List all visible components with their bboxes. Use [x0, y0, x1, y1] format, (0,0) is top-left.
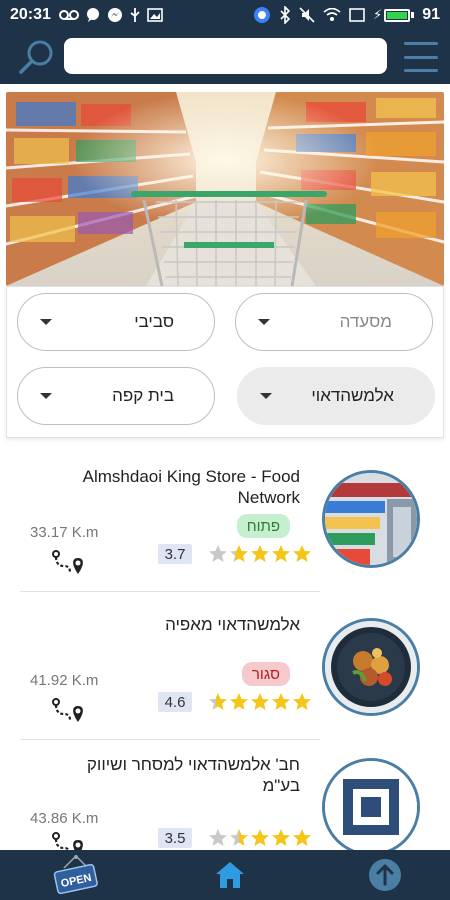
category-label: מסעדה: [339, 312, 392, 331]
business-type-label: בית קפה: [112, 386, 174, 405]
store-avatar: [322, 758, 420, 850]
area-dropdown[interactable]: סביבי: [17, 293, 215, 351]
star-icon: [272, 829, 290, 846]
store-avatar: [322, 618, 420, 716]
store-label: אלמשהדאוי: [311, 386, 394, 405]
rating-value: 3.7: [158, 544, 192, 564]
status-time: 20:31: [10, 6, 51, 23]
dropdown-arrow-icon: [258, 319, 270, 325]
area-label: סביבי: [134, 312, 174, 331]
star-icon: [251, 829, 269, 846]
business-type-dropdown[interactable]: בית קפה: [17, 367, 215, 425]
app-header: [0, 30, 450, 84]
star-rating: [208, 692, 312, 712]
store-name: Almshdaoi King Store - Food Network: [82, 467, 300, 507]
search-input[interactable]: [64, 38, 387, 74]
star-rating: [208, 544, 312, 564]
store-avatar: [322, 470, 420, 568]
hero-banner: [6, 92, 444, 286]
directions-icon[interactable]: [50, 698, 86, 728]
search-button[interactable]: [16, 38, 56, 76]
mute-icon: [299, 7, 315, 23]
messenger-icon: [107, 8, 122, 22]
star-icon: [293, 829, 311, 846]
battery-level: 91: [422, 6, 440, 23]
open-sign-icon[interactable]: OPEN: [52, 854, 100, 896]
status-bar: 20:31 ⚡ 91: [0, 0, 450, 30]
store-list: Almshdaoi King Store - Food Network פתוח…: [0, 452, 450, 850]
app-notification-icon: [254, 7, 271, 23]
image-icon: [147, 8, 163, 22]
star-rating: [208, 828, 312, 848]
directions-icon[interactable]: [50, 550, 86, 580]
status-badge: פתוח: [236, 514, 290, 538]
star-icon: [209, 829, 227, 846]
store-card[interactable]: אלמשהדאוי מאפיה סגור 4.6 41.92 K.m: [0, 600, 450, 740]
star-icon: [209, 693, 227, 710]
store-card[interactable]: Almshdaoi King Store - Food Network פתוח…: [0, 452, 450, 592]
star-icon: [230, 545, 248, 562]
store-name: אלמשהדאוי מאפיה: [165, 615, 300, 634]
status-badge: סגור: [241, 662, 290, 686]
store-name: חב' אלמשהדאוי למסחר ושיווק בע"מ: [86, 755, 300, 795]
directions-icon[interactable]: [50, 832, 86, 850]
star-icon: [251, 545, 269, 562]
rating-value: 4.6: [158, 692, 192, 712]
category-dropdown[interactable]: מסעדה: [235, 293, 433, 351]
search-icon: [19, 40, 53, 74]
wifi-icon: [323, 8, 341, 21]
usb-icon: [130, 8, 140, 22]
star-icon: [272, 545, 290, 562]
chat-bubble-icon: [86, 8, 99, 22]
filter-panel: מסעדה סביבי אלמשהדאוי בית קפה: [6, 286, 444, 438]
dropdown-arrow-icon: [40, 319, 52, 325]
notification-icons: [58, 7, 163, 23]
home-icon[interactable]: [214, 860, 246, 890]
star-icon: [230, 829, 248, 846]
distance-label: 41.92 K.m: [30, 672, 99, 689]
divider: [20, 591, 320, 592]
bluetooth-icon: [280, 6, 291, 24]
dropdown-arrow-icon: [260, 393, 272, 399]
battery-icon: ⚡: [373, 7, 415, 23]
rating-value: 3.5: [158, 828, 192, 848]
star-icon: [230, 693, 248, 710]
distance-label: 33.17 K.m: [30, 524, 99, 541]
supermarket-cart-image: [6, 92, 444, 286]
dropdown-arrow-icon: [40, 393, 52, 399]
star-icon: [293, 693, 311, 710]
store-dropdown[interactable]: אלמשהדאוי: [237, 367, 435, 425]
star-icon: [251, 693, 269, 710]
bottom-navigation: OPEN: [0, 850, 450, 900]
scroll-to-top-icon[interactable]: [368, 858, 402, 892]
star-icon: [209, 545, 227, 562]
store-card[interactable]: חב' אלמשהדאוי למסחר ושיווק בע"מ 3.5 43.8…: [0, 740, 450, 850]
voicemail-icon: [58, 10, 79, 20]
distance-label: 43.86 K.m: [30, 810, 99, 827]
cast-icon: [349, 8, 365, 22]
star-icon: [272, 693, 290, 710]
system-icons: ⚡ 91: [253, 6, 440, 24]
hamburger-menu-icon[interactable]: [404, 42, 438, 72]
star-icon: [293, 545, 311, 562]
